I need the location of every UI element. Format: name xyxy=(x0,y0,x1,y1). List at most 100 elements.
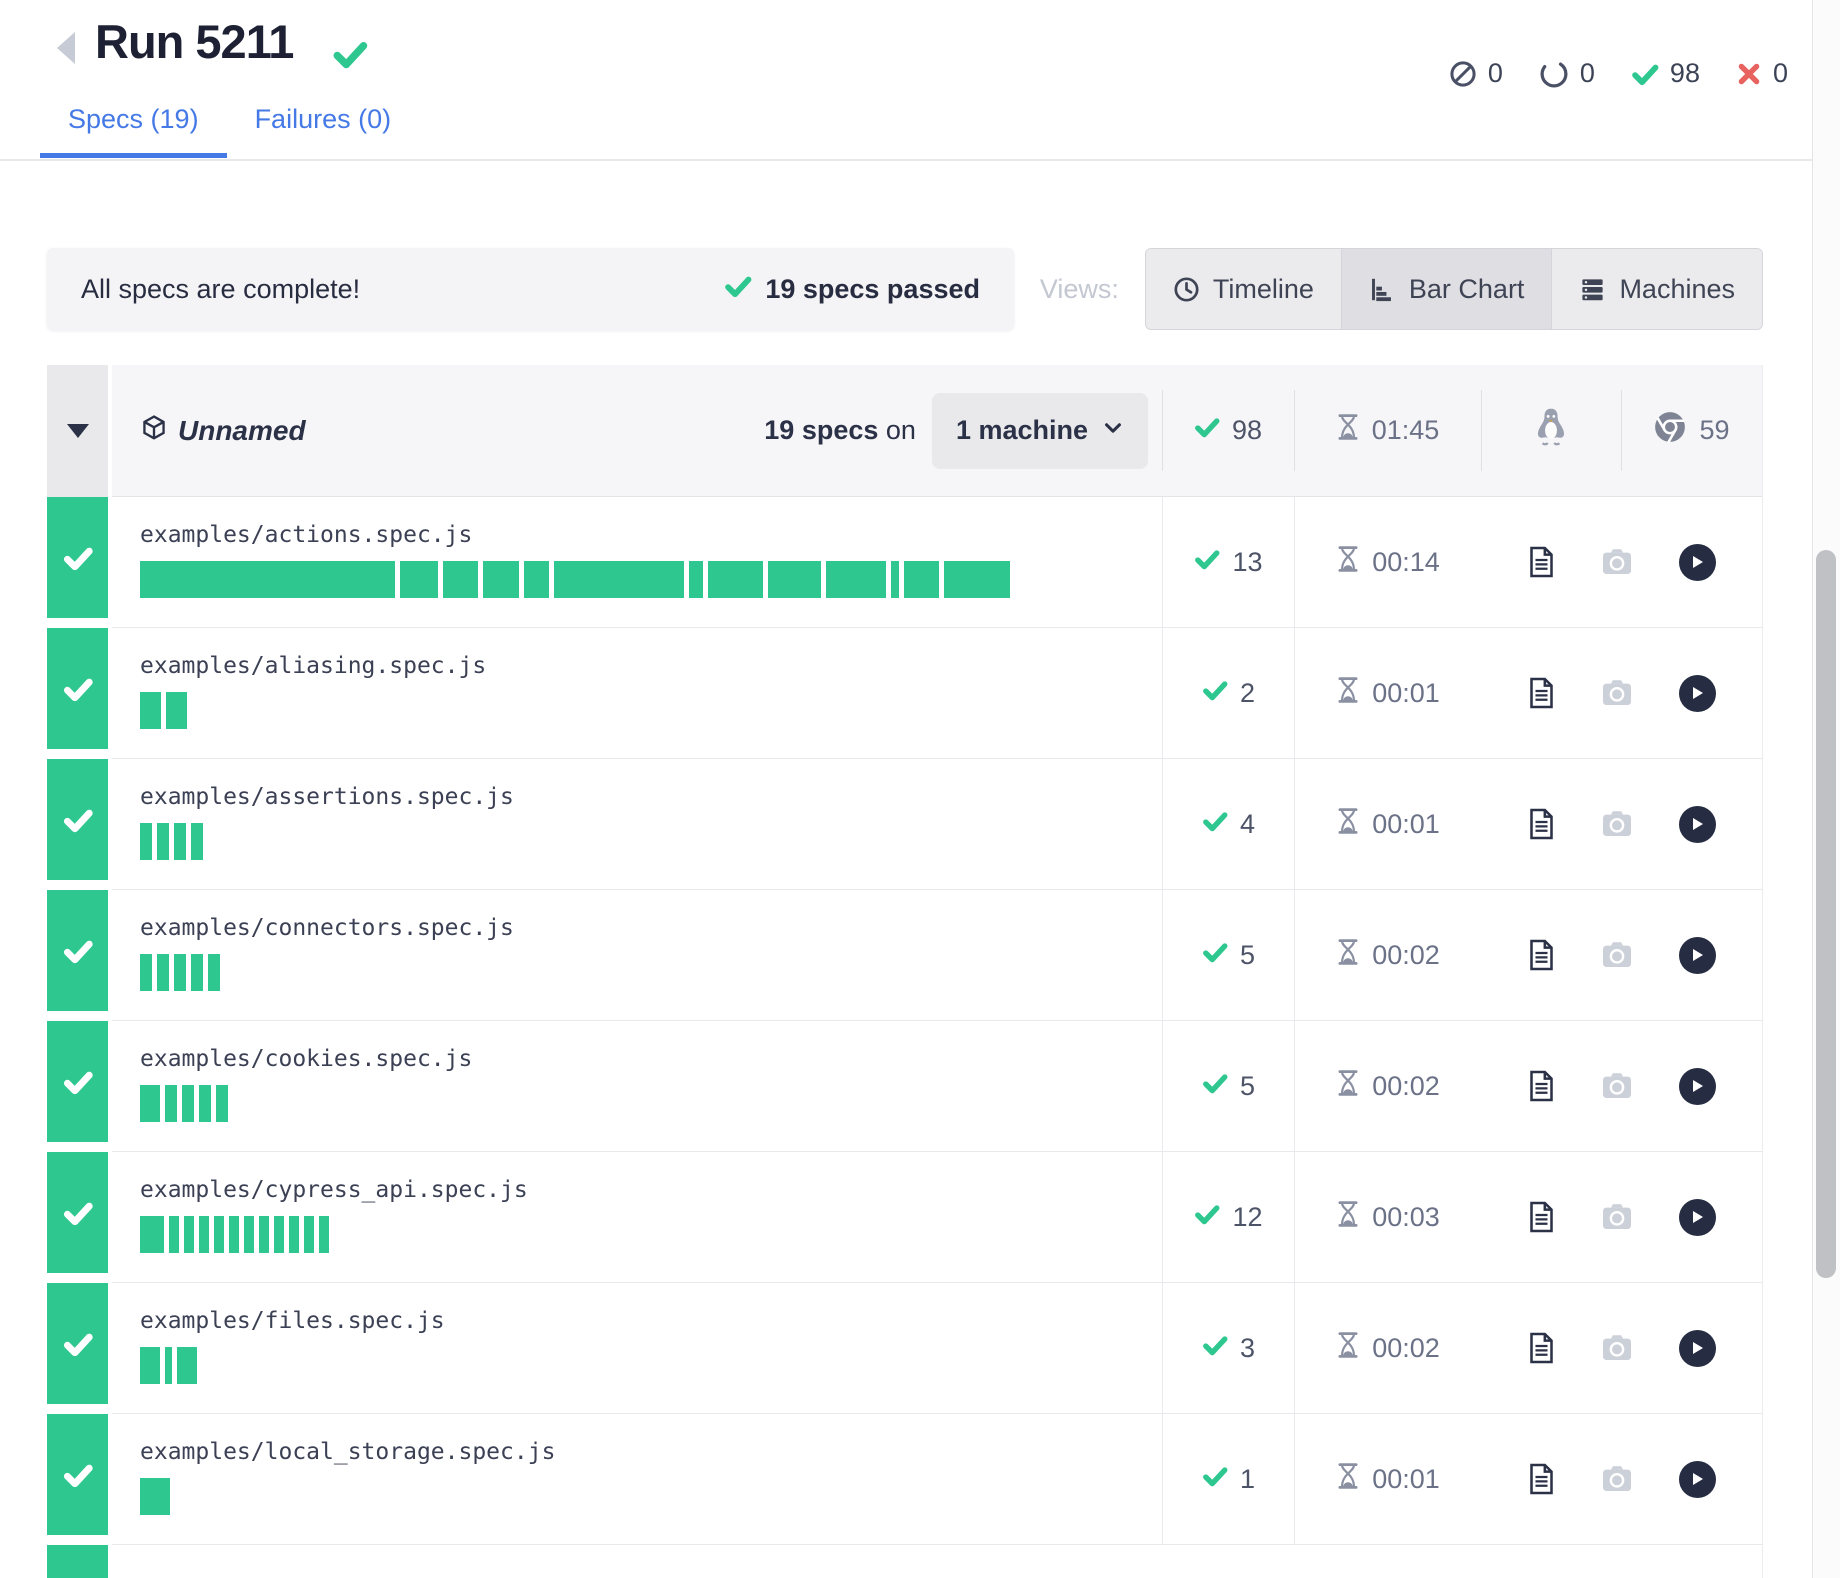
spec-rows: examples/actions.spec.js1300:14examples/… xyxy=(47,497,1762,1578)
test-segment xyxy=(182,1085,194,1122)
video-play-icon[interactable] xyxy=(1679,675,1716,712)
video-play-icon[interactable] xyxy=(1679,1199,1716,1236)
spec-duration: 00:02 xyxy=(1372,1071,1440,1102)
spec-passed-cell: 3 xyxy=(1162,1283,1294,1414)
tab-failures[interactable]: Failures (0) xyxy=(227,104,420,158)
spec-row[interactable]: examples/connectors.spec.js500:02 xyxy=(47,890,1762,1021)
hourglass-icon xyxy=(1336,939,1360,972)
spec-artifacts-cell xyxy=(1481,628,1762,759)
screenshots-icon[interactable] xyxy=(1601,548,1633,576)
run-page: Run 5211 0 0 98 0 xyxy=(0,0,1840,1578)
test-segment xyxy=(891,561,899,598)
back-chevron-icon[interactable] xyxy=(57,32,75,64)
test-segment xyxy=(944,561,1010,598)
spec-duration-cell: 00:02 xyxy=(1294,1021,1481,1152)
video-play-icon[interactable] xyxy=(1679,544,1716,581)
stdout-icon[interactable] xyxy=(1528,1070,1555,1102)
hourglass-icon xyxy=(1336,677,1360,710)
spec-artifacts-cell xyxy=(1481,890,1762,1021)
failed-count: 0 xyxy=(1773,58,1788,89)
spec-row[interactable]: examples/aliasing.spec.js200:01 xyxy=(47,628,1762,759)
view-bar-chart-button[interactable]: Bar Chart xyxy=(1341,249,1552,329)
check-icon xyxy=(1202,1463,1228,1496)
spec-row[interactable]: examples/cookies.spec.js 5 00:02 xyxy=(47,1021,1762,1152)
screenshots-icon[interactable] xyxy=(1601,679,1633,707)
stdout-icon[interactable] xyxy=(1528,808,1555,840)
hourglass-icon xyxy=(1336,1201,1360,1234)
video-play-icon[interactable] xyxy=(1679,1330,1716,1367)
group-collapse-toggle[interactable] xyxy=(47,365,108,497)
screenshots-icon[interactable] xyxy=(1601,1465,1633,1493)
video-play-icon[interactable] xyxy=(1679,1461,1716,1498)
tab-bar: Specs (19) Failures (0) xyxy=(40,104,419,158)
stdout-icon[interactable] xyxy=(1528,1332,1555,1364)
spec-passed-count: 5 xyxy=(1240,1071,1255,1102)
screenshots-icon[interactable] xyxy=(1601,1334,1633,1362)
chevron-down-icon xyxy=(1102,415,1124,446)
spec-test-bar xyxy=(140,692,1162,729)
group-passed-count: 98 xyxy=(1232,415,1262,446)
skipped-icon xyxy=(1449,60,1477,88)
screenshots-icon[interactable] xyxy=(1601,810,1633,838)
spec-duration: 00:01 xyxy=(1372,809,1440,840)
test-segment xyxy=(184,1216,194,1253)
spec-artifacts-cell xyxy=(1481,1152,1762,1283)
bar-chart-icon xyxy=(1369,276,1396,303)
spec-test-bar xyxy=(140,1085,1162,1122)
passed-count: 98 xyxy=(1670,58,1700,89)
spec-row[interactable]: examples/actions.spec.js13 00:14 xyxy=(47,497,1762,628)
spec-row[interactable]: examples/assertions.spec.js400:01 xyxy=(47,759,1762,890)
spec-status-gutter xyxy=(47,497,108,618)
spec-duration: 00:14 xyxy=(1372,547,1440,578)
collapse-triangle-icon xyxy=(67,424,89,438)
spec-test-bar xyxy=(140,1478,1162,1515)
toolbar: All specs are complete! 19 specs passed … xyxy=(47,248,1763,330)
spec-duration-cell: 00:01 xyxy=(1294,759,1481,890)
check-icon xyxy=(1202,939,1228,972)
spec-table: Unnamed 19 specs on 1 machine 98 01:45 xyxy=(47,365,1763,1578)
spec-duration: 00:01 xyxy=(1372,678,1440,709)
machine-dropdown-button[interactable]: 1 machine xyxy=(932,393,1148,469)
hourglass-icon xyxy=(1336,546,1360,579)
stdout-icon[interactable] xyxy=(1528,1201,1555,1233)
screenshots-icon[interactable] xyxy=(1601,1072,1633,1100)
video-play-icon[interactable] xyxy=(1679,937,1716,974)
screenshots-icon[interactable] xyxy=(1601,1203,1633,1231)
spec-main-cell: examples/cypress_api.spec.js xyxy=(112,1152,1162,1283)
view-timeline-button[interactable]: Timeline xyxy=(1146,249,1341,329)
spec-row[interactable]: examples/files.spec.js300:02 xyxy=(47,1283,1762,1414)
test-segment xyxy=(140,954,152,991)
group-specs-count: 19 specs xyxy=(764,415,878,445)
spec-row[interactable]: examples/cypress_api.spec.js1200:03 xyxy=(47,1152,1762,1283)
stat-passed: 98 xyxy=(1631,58,1700,89)
spec-duration-cell: 00:02 xyxy=(1294,890,1481,1021)
pending-count: 0 xyxy=(1580,58,1595,89)
test-segment xyxy=(191,954,203,991)
spec-duration-cell: 00:01 xyxy=(1294,628,1481,759)
tab-specs[interactable]: Specs (19) xyxy=(40,104,227,158)
spec-name: examples/cookies.spec.js xyxy=(140,1046,1162,1072)
test-segment xyxy=(259,1216,269,1253)
spec-passed-cell: 13 xyxy=(1162,497,1294,628)
scrollbar-track[interactable] xyxy=(1812,0,1840,1578)
spec-main-cell: examples/actions.spec.js xyxy=(112,497,1162,628)
spec-passed-cell: 4 xyxy=(1162,759,1294,890)
stdout-icon[interactable] xyxy=(1528,1463,1555,1495)
video-play-icon[interactable] xyxy=(1679,806,1716,843)
banner-passed-label: 19 specs passed xyxy=(765,274,980,305)
spec-row[interactable]: examples/local_storage.spec.js100:01 xyxy=(47,1414,1762,1545)
skipped-count: 0 xyxy=(1488,58,1503,89)
scrollbar-thumb[interactable] xyxy=(1816,550,1836,1278)
stdout-icon[interactable] xyxy=(1528,546,1555,578)
video-play-icon[interactable] xyxy=(1679,1068,1716,1105)
group-name: Unnamed xyxy=(178,415,306,447)
stdout-icon[interactable] xyxy=(1528,939,1555,971)
run-passed-check-icon xyxy=(332,36,368,77)
group-browser-cell: 59 xyxy=(1621,365,1762,497)
screenshots-icon[interactable] xyxy=(1601,941,1633,969)
view-machines-button[interactable]: Machines xyxy=(1551,249,1762,329)
stdout-icon[interactable] xyxy=(1528,677,1555,709)
check-icon xyxy=(1194,546,1220,579)
spec-passed-count: 2 xyxy=(1240,678,1255,709)
spec-row-partial[interactable] xyxy=(47,1545,1762,1578)
